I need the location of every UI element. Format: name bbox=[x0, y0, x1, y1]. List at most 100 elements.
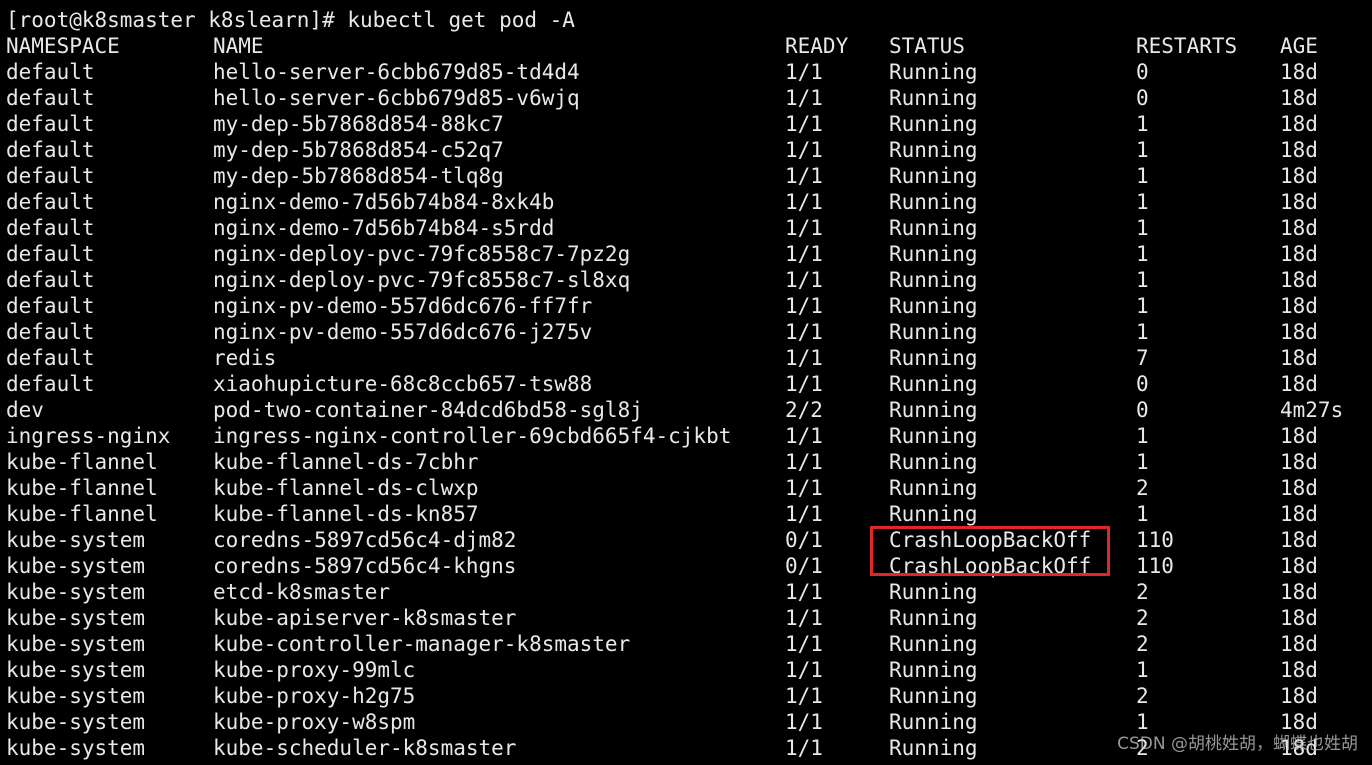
table-row: kube-system coredns-5897cd56c4-khgns 0/1 Cr… bbox=[0, 553, 1372, 579]
cell-age: 18d bbox=[1280, 450, 1318, 474]
cell-status: Running bbox=[889, 190, 978, 214]
cell-restarts: 0 bbox=[1136, 372, 1149, 396]
cell-age: 18d bbox=[1280, 60, 1318, 84]
cell-name: etcd-k8smaster bbox=[213, 580, 391, 604]
cell-name: my-dep-5b7868d854-88kc7 bbox=[213, 112, 504, 136]
cell-status: Running bbox=[889, 580, 978, 604]
cell-age: 18d bbox=[1280, 242, 1318, 266]
cell-name: hello-server-6cbb679d85-v6wjq bbox=[213, 86, 580, 110]
cell-restarts: 1 bbox=[1136, 658, 1149, 682]
cell-name: nginx-deploy-pvc-79fc8558c7-7pz2g bbox=[213, 242, 631, 266]
cell-status: Running bbox=[889, 710, 978, 734]
cell-status: Running bbox=[889, 658, 978, 682]
cell-ready: 0/1 bbox=[785, 528, 823, 552]
cell-age: 18d bbox=[1280, 580, 1318, 604]
cell-status: Running bbox=[889, 216, 978, 240]
cell-age: 18d bbox=[1280, 554, 1318, 578]
cell-status: Running bbox=[889, 86, 978, 110]
cell-namespace: kube-system bbox=[6, 554, 146, 578]
cell-namespace: ingress-nginx bbox=[6, 424, 171, 448]
cell-restarts: 7 bbox=[1136, 346, 1149, 370]
cell-restarts: 1 bbox=[1136, 424, 1149, 448]
cell-ready: 1/1 bbox=[785, 684, 823, 708]
cell-ready: 1/1 bbox=[785, 710, 823, 734]
cell-ready: 1/1 bbox=[785, 736, 823, 760]
table-row: kube-system kube-controller-manager-k8sma… bbox=[0, 631, 1372, 657]
table-row: kube-system kube-proxy-h2g75 1/1 Running 2 18… bbox=[0, 683, 1372, 709]
cell-restarts: 1 bbox=[1136, 138, 1149, 162]
cell-ready: 1/1 bbox=[785, 372, 823, 396]
table-row: default nginx-deploy-pvc-79fc8558c7-sl8xq… bbox=[0, 267, 1372, 293]
cell-namespace: kube-system bbox=[6, 736, 146, 760]
cell-status: Running bbox=[889, 346, 978, 370]
table-row: default nginx-demo-7d56b74b84-8xk4b 1/1 Run… bbox=[0, 189, 1372, 215]
header-status: STATUS bbox=[889, 34, 965, 58]
cell-namespace: default bbox=[6, 164, 95, 188]
cell-ready: 1/1 bbox=[785, 190, 823, 214]
cell-restarts: 0 bbox=[1136, 398, 1149, 422]
cell-name: kube-scheduler-k8smaster bbox=[213, 736, 517, 760]
header-namespace: NAMESPACE bbox=[6, 34, 120, 58]
table-row: dev pod-two-container-84dcd6bd58-sgl8j 2/2… bbox=[0, 397, 1372, 423]
cell-status: CrashLoopBackOff bbox=[889, 528, 1092, 552]
cell-restarts: 2 bbox=[1136, 606, 1149, 630]
cell-age: 18d bbox=[1280, 294, 1318, 318]
cell-status: Running bbox=[889, 632, 978, 656]
cell-status: Running bbox=[889, 60, 978, 84]
table-row: kube-flannel kube-flannel-ds-7cbhr 1/1 Runn… bbox=[0, 449, 1372, 475]
cell-ready: 1/1 bbox=[785, 632, 823, 656]
cell-ready: 1/1 bbox=[785, 476, 823, 500]
table-row: default my-dep-5b7868d854-tlq8g 1/1 Running… bbox=[0, 163, 1372, 189]
cell-name: kube-flannel-ds-clwxp bbox=[213, 476, 479, 500]
cell-age: 18d bbox=[1280, 606, 1318, 630]
cell-ready: 2/2 bbox=[785, 398, 823, 422]
cell-name: hello-server-6cbb679d85-td4d4 bbox=[213, 60, 580, 84]
watermark: CSDN @胡桃姓胡，蝴蝶也姓胡 bbox=[1117, 734, 1358, 754]
cell-age: 18d bbox=[1280, 268, 1318, 292]
cell-namespace: kube-flannel bbox=[6, 502, 158, 526]
cell-namespace: default bbox=[6, 320, 95, 344]
table-row: default nginx-demo-7d56b74b84-s5rdd 1/1 Run… bbox=[0, 215, 1372, 241]
table-row: ingress-nginx ingress-nginx-controller-69… bbox=[0, 423, 1372, 449]
cell-namespace: kube-flannel bbox=[6, 450, 158, 474]
cell-restarts: 1 bbox=[1136, 320, 1149, 344]
header-name: NAME bbox=[213, 34, 264, 58]
cell-age: 18d bbox=[1280, 190, 1318, 214]
cell-name: pod-two-container-84dcd6bd58-sgl8j bbox=[213, 398, 643, 422]
cell-restarts: 1 bbox=[1136, 164, 1149, 188]
cell-status: Running bbox=[889, 294, 978, 318]
cell-namespace: default bbox=[6, 60, 95, 84]
cell-age: 18d bbox=[1280, 528, 1318, 552]
table-row: kube-system etcd-k8smaster 1/1 Running 2 18d bbox=[0, 579, 1372, 605]
cell-ready: 1/1 bbox=[785, 242, 823, 266]
cell-name: coredns-5897cd56c4-djm82 bbox=[213, 528, 517, 552]
cell-restarts: 1 bbox=[1136, 502, 1149, 526]
cell-ready: 1/1 bbox=[785, 138, 823, 162]
cell-restarts: 110 bbox=[1136, 554, 1174, 578]
table-row: default hello-server-6cbb679d85-v6wjq 1/1 R… bbox=[0, 85, 1372, 111]
command-line: [root@k8smaster k8slearn]# kubectl get p… bbox=[0, 7, 1372, 33]
table-row: default my-dep-5b7868d854-88kc7 1/1 Running… bbox=[0, 111, 1372, 137]
cell-name: redis bbox=[213, 346, 277, 370]
terminal-window[interactable]: [root@k8smaster k8slearn]# kubectl get p… bbox=[0, 0, 1372, 765]
cell-age: 18d bbox=[1280, 684, 1318, 708]
cell-name: my-dep-5b7868d854-c52q7 bbox=[213, 138, 504, 162]
table-row: default my-dep-5b7868d854-c52q7 1/1 Running… bbox=[0, 137, 1372, 163]
cell-ready: 1/1 bbox=[785, 216, 823, 240]
table-row: kube-system kube-apiserver-k8smaster 1/1 Ru… bbox=[0, 605, 1372, 631]
cell-ready: 0/1 bbox=[785, 554, 823, 578]
cell-name: kube-controller-manager-k8smaster bbox=[213, 632, 631, 656]
cell-name: nginx-pv-demo-557d6dc676-ff7fr bbox=[213, 294, 593, 318]
cell-namespace: kube-system bbox=[6, 632, 146, 656]
cell-status: Running bbox=[889, 268, 978, 292]
cell-namespace: kube-system bbox=[6, 658, 146, 682]
cell-status: Running bbox=[889, 606, 978, 630]
cell-restarts: 1 bbox=[1136, 112, 1149, 136]
table-row: kube-system coredns-5897cd56c4-djm82 0/1 Cr… bbox=[0, 527, 1372, 553]
cell-status: Running bbox=[889, 320, 978, 344]
cell-age: 18d bbox=[1280, 112, 1318, 136]
cell-status: Running bbox=[889, 164, 978, 188]
cell-namespace: kube-system bbox=[6, 528, 146, 552]
cell-restarts: 2 bbox=[1136, 476, 1149, 500]
cell-name: kube-flannel-ds-kn857 bbox=[213, 502, 479, 526]
